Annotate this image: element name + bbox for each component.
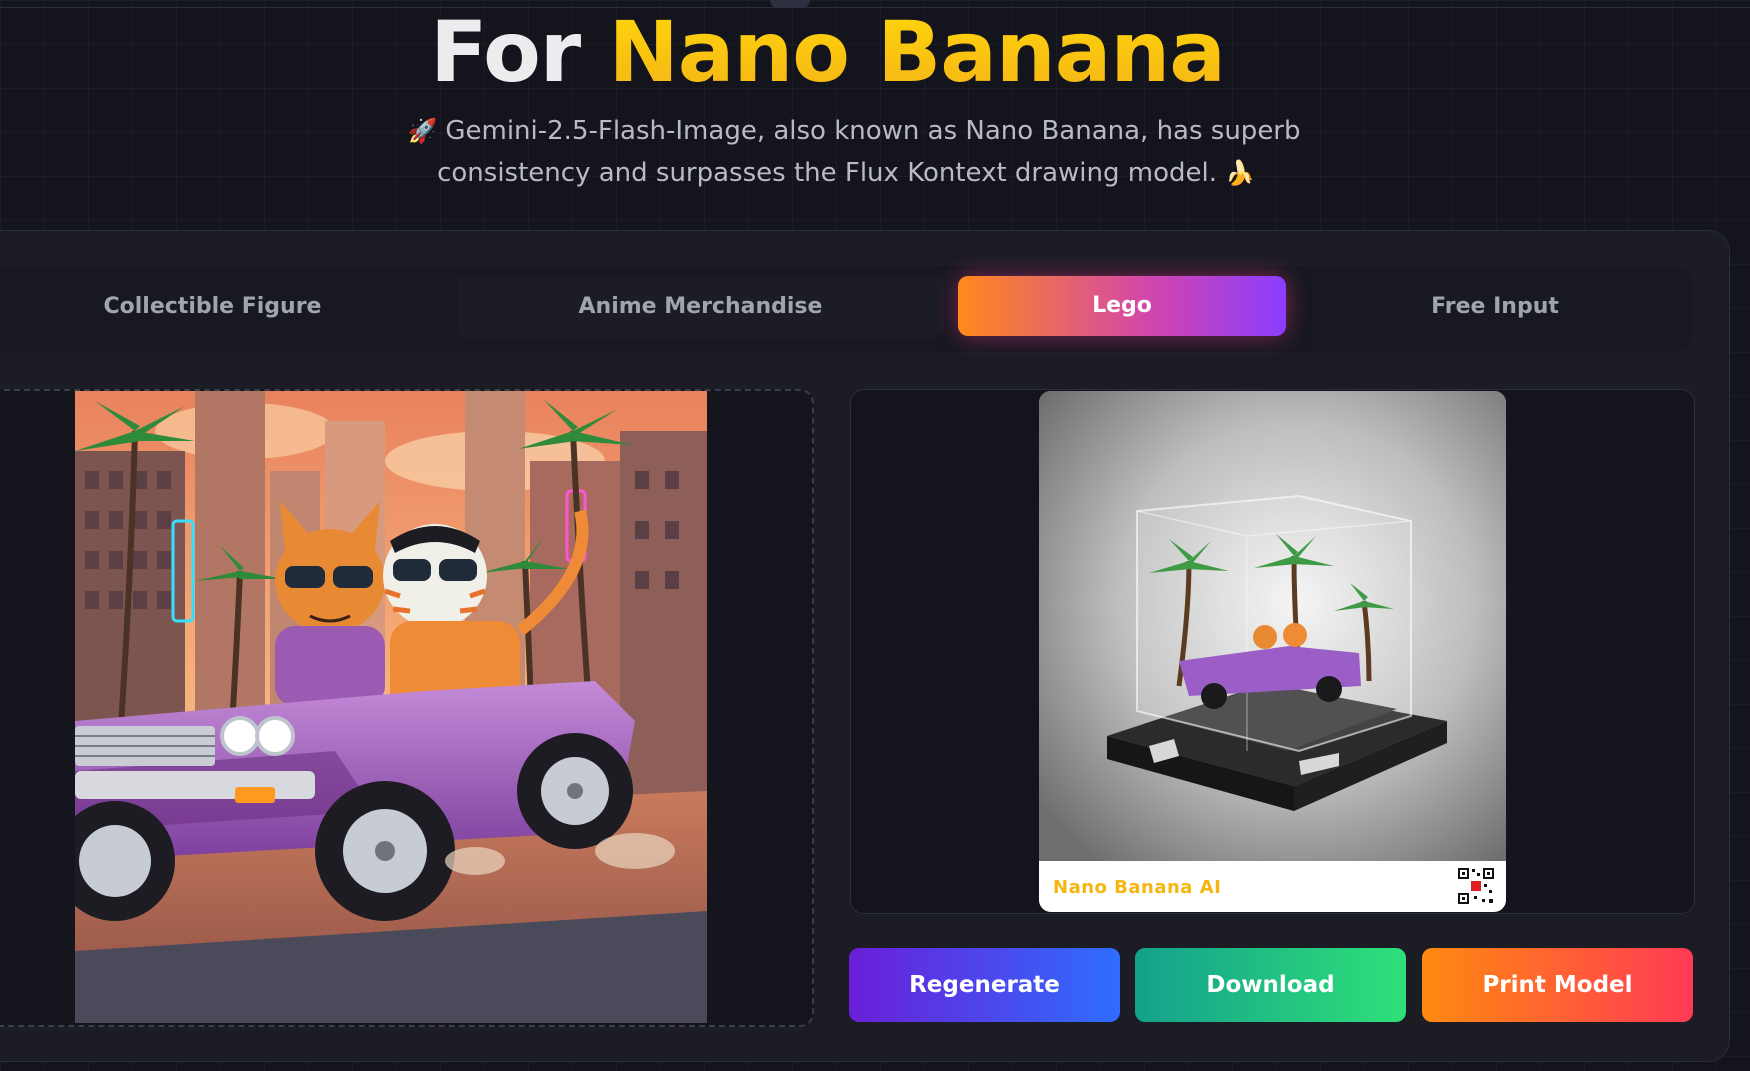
qr-code-icon	[1456, 866, 1496, 906]
source-image	[55, 391, 707, 1023]
result-image[interactable]: Nano Banana AI	[1039, 391, 1506, 912]
banana-icon: 🍌	[1225, 159, 1255, 187]
title-highlight: Nano Banana	[608, 3, 1225, 101]
title-prefix: For	[430, 3, 609, 101]
print-model-button[interactable]: Print Model	[1422, 948, 1693, 1022]
tab-collectible-figure[interactable]: Collectible Figure	[0, 276, 445, 338]
rocket-icon: 🚀	[407, 117, 438, 145]
subtitle-text-1: Gemini-2.5-Flash-Image, also known as Na…	[445, 116, 1301, 146]
regenerate-button[interactable]: Regenerate	[849, 948, 1120, 1022]
subtitle-line-2: consistency and surpasses the Flux Konte…	[0, 152, 1700, 194]
tab-free-input[interactable]: Free Input	[1300, 276, 1690, 338]
subtitle-text-2: consistency and surpasses the Flux Konte…	[437, 158, 1217, 188]
watermark-text: Nano Banana AI	[1053, 877, 1222, 898]
tab-lego[interactable]: Lego	[958, 276, 1286, 336]
download-button[interactable]: Download	[1135, 948, 1406, 1022]
page-title: For Nano Banana	[0, 0, 1655, 104]
tab-anime-merchandise[interactable]: Anime Merchandise	[457, 276, 944, 338]
subtitle-line-1: 🚀 Gemini-2.5-Flash-Image, also known as N…	[0, 110, 1700, 152]
